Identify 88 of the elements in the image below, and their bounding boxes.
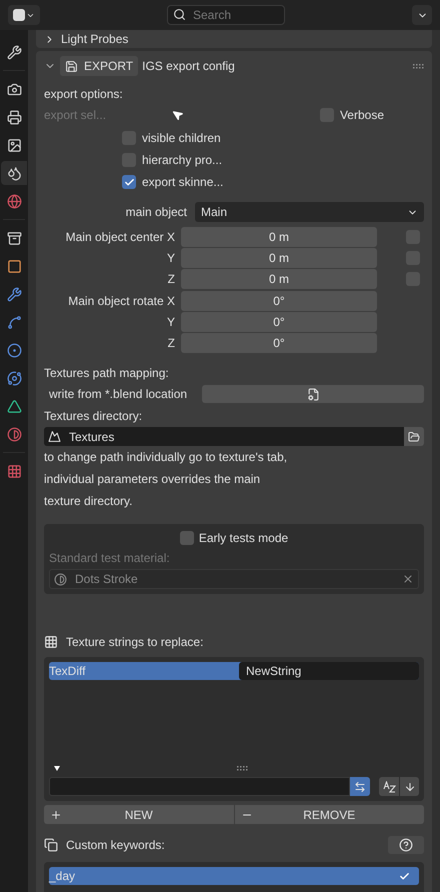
panel-title: Light Probes [61, 31, 128, 48]
new-button[interactable]: NEW [44, 805, 234, 824]
wrench-icon [6, 286, 22, 302]
wrench-icon [6, 44, 22, 60]
arrow-down-icon [404, 780, 416, 792]
list-row[interactable]: _day [49, 867, 419, 885]
properties-tab[interactable] [1, 161, 27, 185]
field-label: Y [166, 250, 176, 267]
note-text: to change path individually go to texture's tab, [44, 449, 288, 466]
collapsed-panel[interactable]: Light Probes [36, 30, 432, 48]
object-dropdown[interactable]: Main [195, 202, 424, 222]
floppy-icon [65, 60, 78, 72]
search-icon [173, 8, 186, 21]
number-field[interactable]: 0° [181, 333, 377, 353]
section-label: Texture strings to replace: [66, 634, 204, 651]
resize-handle-icon[interactable] [237, 766, 248, 770]
scene-icon [6, 166, 22, 180]
cursor-icon [171, 108, 185, 122]
checkbox-label: hierarchy pro... [142, 152, 222, 169]
checkmark-icon [398, 870, 410, 882]
number-field[interactable]: 0 m [181, 269, 377, 289]
number-field[interactable]: 0° [181, 291, 377, 311]
square-icon [6, 258, 22, 274]
checkbox[interactable] [122, 175, 136, 189]
note-text: texture directory. [44, 493, 134, 510]
drag-handle-icon[interactable] [413, 64, 424, 68]
file-gear-icon [306, 388, 320, 400]
field-label: main object [124, 204, 188, 221]
filter-toggle-icon[interactable] [54, 766, 60, 770]
checkbox-label: Early tests mode [198, 530, 288, 547]
field-label: write from *.blend location [48, 386, 188, 403]
text-field[interactable]: NewString [239, 662, 419, 680]
option-label: export sel... [44, 107, 108, 124]
orbit-icon [6, 342, 22, 358]
panel-title: IGS export config [142, 58, 235, 75]
checker-icon [6, 464, 22, 478]
help-button[interactable] [388, 836, 424, 854]
checkbox-label: export skinne... [142, 174, 224, 191]
sphere-icon [6, 426, 22, 442]
number-field[interactable]: 0° [181, 312, 377, 332]
checkbox-label: Verbose [340, 107, 384, 124]
sort-alpha-button[interactable] [379, 777, 399, 796]
invert-filter-button[interactable] [350, 777, 370, 796]
box-icon [6, 230, 22, 246]
folder-button[interactable] [404, 427, 424, 446]
printer-icon [6, 110, 22, 124]
field-label: Y [166, 314, 176, 331]
filter-field[interactable] [49, 777, 350, 796]
checkmark-icon [124, 176, 134, 188]
arrows-icon [354, 780, 366, 792]
list-cell-text: TexDiff [49, 663, 86, 680]
field-label: Z [166, 335, 176, 352]
copy-icon [44, 838, 58, 852]
checkbox[interactable] [180, 531, 194, 545]
sort-alpha-icon [382, 780, 396, 792]
list-row[interactable]: TexDiff NewString [49, 662, 419, 680]
field-label: Standard test material: [49, 550, 171, 567]
search-field[interactable]: Search [167, 5, 285, 25]
section-label: Custom keywords: [66, 837, 165, 854]
mesh-triangle-icon [6, 398, 22, 414]
field-label: Main object rotate X [67, 293, 176, 310]
folder-icon [408, 430, 420, 442]
image-icon [48, 430, 61, 443]
camera-icon [6, 82, 22, 96]
note-text: individual parameters overrides the main [44, 471, 262, 488]
constraint-icon [6, 370, 22, 386]
plus-icon [50, 808, 62, 820]
number-field[interactable]: 0 m [181, 248, 377, 268]
help-icon [399, 838, 413, 852]
list-cell-text: _day [49, 868, 76, 885]
export-button[interactable]: EXPORT [60, 56, 138, 76]
image-stack-icon [6, 138, 22, 152]
number-field[interactable]: 0 m [181, 227, 377, 247]
section-label: Textures directory: [44, 408, 144, 425]
section-label: export options: [44, 86, 124, 103]
checkbox-label: visible children [142, 130, 221, 147]
globe-icon [6, 194, 22, 208]
editor-type-button[interactable] [8, 5, 40, 25]
remove-button[interactable]: REMOVE [234, 805, 424, 824]
sort-reverse-button[interactable] [400, 777, 419, 796]
field-label: Main object center X [64, 229, 176, 246]
field-label: Z [166, 271, 176, 288]
sphere-icon [54, 572, 67, 586]
section-label: Textures path mapping: [44, 365, 170, 382]
toggle-icon [13, 9, 25, 21]
dropdown-button[interactable] [412, 5, 432, 25]
checker-icon [44, 635, 58, 649]
directory-field[interactable]: Textures [44, 427, 404, 446]
